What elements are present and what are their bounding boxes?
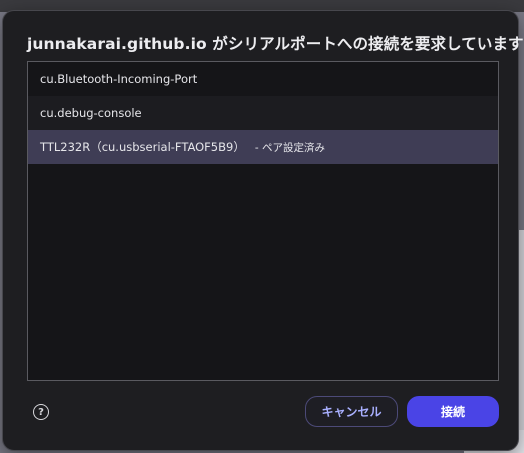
port-item-debug-console[interactable]: cu.debug-console [28,96,498,130]
port-item-ttl232r[interactable]: TTL232R（cu.usbserial-FTAOF5B9） - ペア設定済み [28,130,498,164]
question-circle-icon[interactable]: ? [33,404,49,420]
serial-port-permission-dialog: junnakarai.github.io がシリアルポートへの接続を要求していま… [2,10,524,451]
cancel-button[interactable]: キャンセル [305,396,398,427]
connect-button[interactable]: 接続 [407,396,499,427]
port-name: cu.debug-console [40,106,142,120]
paired-badge: - ペア設定済み [254,141,325,154]
port-item-bluetooth[interactable]: cu.Bluetooth-Incoming-Port [28,62,498,96]
port-name: TTL232R（cu.usbserial-FTAOF5B9） [40,140,245,154]
serial-port-list[interactable]: cu.Bluetooth-Incoming-Port cu.debug-cons… [27,61,499,381]
dialog-title: junnakarai.github.io がシリアルポートへの接続を要求していま… [27,35,524,53]
port-name: cu.Bluetooth-Incoming-Port [40,72,198,86]
